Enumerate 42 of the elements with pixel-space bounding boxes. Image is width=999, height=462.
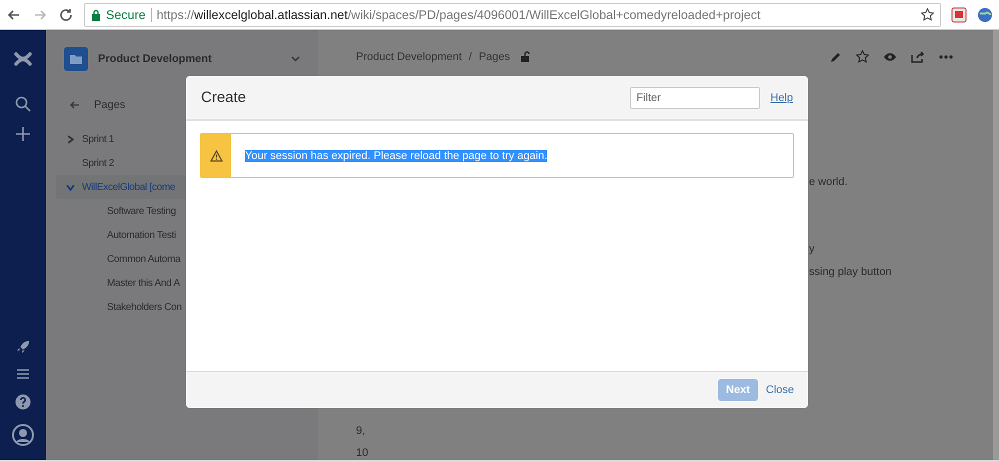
close-link[interactable]: Close: [766, 384, 794, 396]
breadcrumb-separator: /: [468, 50, 472, 62]
app-logo-icon[interactable]: [14, 50, 32, 68]
share-icon[interactable]: [911, 50, 925, 62]
page-text: e world.: [809, 176, 849, 189]
chevron-down-icon[interactable]: [291, 56, 300, 62]
rocket-icon[interactable]: [16, 340, 30, 354]
help-icon[interactable]: [15, 394, 31, 410]
unlocked-icon[interactable]: [520, 51, 530, 62]
space-name[interactable]: Product Development: [98, 53, 281, 65]
help-link[interactable]: Help: [770, 92, 793, 104]
chevron-right-icon[interactable]: [66, 134, 75, 144]
page-tree-item[interactable]: Sprint 1: [56, 127, 318, 151]
list-number: 10: [356, 447, 370, 460]
lock-icon: [91, 8, 101, 20]
avatar-icon[interactable]: [12, 424, 34, 446]
pages-link[interactable]: Pages: [94, 99, 126, 111]
address-bar[interactable]: Secure https://willexcelglobal.atlassian.net/wiki/spaces/PD/pages/4096001/WillExcelGlobal+comedyreloaded+project: [84, 2, 941, 26]
page-text: ssing play button: [809, 266, 893, 279]
pencil-icon[interactable]: [830, 50, 842, 62]
globe-icon[interactable]: [977, 6, 993, 22]
search-icon[interactable]: [15, 96, 31, 112]
more-icon[interactable]: [939, 54, 953, 58]
alert-message: Your session has expired. Please reload the page to try again.: [245, 150, 548, 162]
url-text: https://willexcelglobal.atlassian.net/wiki/spaces/PD/pages/4096001/WillExcelGlobal+comedyreloaded+project: [156, 8, 760, 22]
breadcrumb-link[interactable]: Pages: [478, 50, 510, 62]
breadcrumb-link[interactable]: Product Development: [356, 50, 462, 62]
warning-icon: [210, 150, 222, 162]
filter-field[interactable]: Filter: [630, 86, 760, 108]
folder-icon: [64, 47, 88, 71]
back-arrow-icon[interactable]: [70, 101, 80, 109]
reload-icon[interactable]: [58, 6, 74, 22]
secure-label: Secure: [106, 8, 146, 22]
eye-icon[interactable]: [883, 52, 897, 62]
menu-icon[interactable]: [16, 368, 30, 380]
plus-icon[interactable]: [15, 126, 31, 142]
star-icon[interactable]: [856, 50, 869, 63]
star-icon[interactable]: [921, 8, 934, 21]
page-text: y: [809, 243, 816, 256]
dialog-title: Create: [201, 89, 248, 106]
list-number: 9,: [356, 425, 366, 438]
extension-icon[interactable]: [951, 6, 967, 22]
